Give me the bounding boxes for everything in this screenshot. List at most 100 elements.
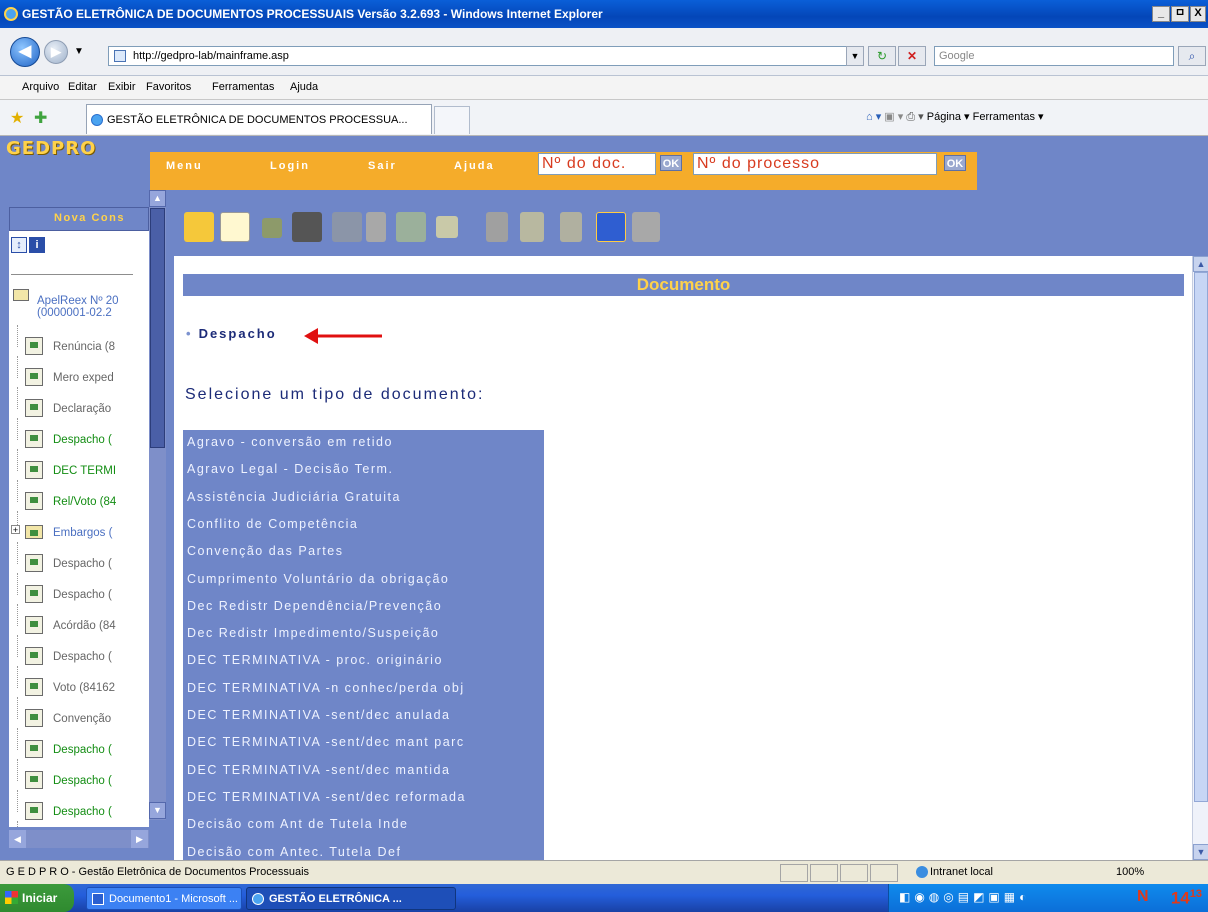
document-type-option[interactable]: Decisão com Antec. Tutela Def bbox=[187, 845, 401, 859]
sidebar-hscrollbar[interactable]: ◀ ▶ bbox=[9, 830, 149, 848]
refresh-tree-icon[interactable]: ↕ bbox=[11, 237, 27, 253]
document-type-option[interactable]: Assistência Judiciária Gratuita bbox=[187, 490, 401, 504]
task-gedpro[interactable]: GESTÃO ELETRÔNICA ... bbox=[246, 887, 456, 910]
document-type-option[interactable]: Cumprimento Voluntário da obrigação bbox=[187, 572, 449, 586]
scroll-left-icon[interactable]: ◀ bbox=[9, 830, 26, 848]
new-document-icon[interactable] bbox=[184, 212, 214, 242]
person-icon[interactable] bbox=[596, 212, 626, 242]
menu-ajuda[interactable]: Ajuda bbox=[290, 81, 318, 93]
tree-item[interactable]: Despacho ( bbox=[17, 573, 149, 607]
doc-number-input[interactable]: Nº do doc. bbox=[538, 153, 656, 175]
tree-item[interactable]: Despacho ( bbox=[17, 542, 149, 576]
command-bar[interactable]: ⌂ ▾ ▣ ▾ ⎙ ▾ Página ▾ Ferramentas ▾ bbox=[866, 110, 1044, 124]
menu-editar[interactable]: Editar bbox=[68, 81, 97, 93]
blank-page-icon[interactable] bbox=[220, 212, 250, 242]
new-tab-button[interactable] bbox=[434, 106, 470, 134]
n-tray-icon[interactable]: N bbox=[1137, 888, 1149, 906]
document-type-option[interactable]: DEC TERMINATIVA -sent/dec mantida bbox=[187, 763, 450, 777]
process-ok-button[interactable]: OK bbox=[944, 155, 966, 171]
tree-item[interactable]: Mero exped bbox=[17, 356, 149, 390]
document-type-option[interactable]: DEC TERMINATIVA -n conhec/perda obj bbox=[187, 681, 465, 695]
feeds-icon[interactable]: ▣ ▾ bbox=[884, 111, 906, 123]
zoom-level[interactable]: 100% bbox=[1116, 866, 1144, 878]
tree-item[interactable]: Embargos (+ bbox=[11, 511, 149, 545]
pen-icon[interactable] bbox=[366, 212, 386, 242]
page-icon[interactable] bbox=[436, 216, 458, 238]
scroll-down-icon[interactable]: ▼ bbox=[149, 802, 166, 819]
tray-icons[interactable]: ◧◉◍◎▤◩▣▦◐ bbox=[899, 890, 1030, 904]
document-type-option[interactable]: DEC TERMINATIVA - proc. originário bbox=[187, 653, 443, 667]
tree-root[interactable]: ApelReex Nº 20 (0000001-02.2 bbox=[11, 289, 149, 329]
document-type-option[interactable]: Decisão com Ant de Tutela Inde bbox=[187, 817, 409, 831]
document-type-option[interactable]: Conflito de Competência bbox=[187, 517, 358, 531]
document-type-option[interactable]: Convenção das Partes bbox=[187, 544, 343, 558]
nova-consulta-button[interactable]: Nova Cons bbox=[9, 207, 149, 231]
tree-icon[interactable] bbox=[520, 212, 544, 242]
menu-arquivo[interactable]: Arquivo bbox=[22, 81, 59, 93]
add-favorite-icon[interactable]: ✚ bbox=[34, 108, 47, 128]
home-icon[interactable]: ⌂ ▾ bbox=[866, 111, 884, 123]
search-input[interactable]: Google bbox=[934, 46, 1174, 66]
scroll-thumb[interactable] bbox=[1194, 272, 1208, 802]
scroll-thumb[interactable] bbox=[150, 208, 165, 448]
task-word[interactable]: Documento1 - Microsoft ... bbox=[86, 887, 242, 910]
menu-favoritos[interactable]: Favoritos bbox=[146, 81, 191, 93]
tree-item[interactable]: Declaração bbox=[17, 387, 149, 421]
history-dropdown-icon[interactable]: ▼ bbox=[74, 46, 84, 57]
tree-item[interactable]: Despacho ( bbox=[17, 418, 149, 452]
minimize-button[interactable]: _ bbox=[1152, 6, 1170, 22]
info-icon[interactable]: i bbox=[29, 237, 45, 253]
tree-item[interactable]: Despacho ( bbox=[17, 728, 149, 762]
scroll-down-icon[interactable]: ▼ bbox=[1193, 844, 1208, 860]
tree-item[interactable]: Renúncia (8 bbox=[17, 325, 149, 359]
flower-icon[interactable] bbox=[560, 212, 582, 242]
back-button[interactable]: ◀ bbox=[10, 37, 40, 67]
start-button[interactable]: Iniciar bbox=[0, 884, 74, 912]
tree-item[interactable]: Acórdão (84 bbox=[17, 604, 149, 638]
scroll-right-icon[interactable]: ▶ bbox=[131, 830, 148, 848]
tree-item[interactable]: Voto (84162 bbox=[17, 666, 149, 700]
sidebar-scrollbar[interactable]: ▲ ▼ bbox=[149, 190, 166, 820]
tree-item[interactable]: Despacho ( bbox=[17, 635, 149, 669]
document-type-option[interactable]: DEC TERMINATIVA -sent/dec mant parc bbox=[187, 735, 465, 749]
menu-ferramentas[interactable]: Ferramentas bbox=[212, 81, 274, 93]
search-icon[interactable]: ⌕ bbox=[1178, 46, 1206, 66]
tool-icon[interactable] bbox=[486, 212, 508, 242]
close-button[interactable]: X bbox=[1190, 6, 1206, 22]
maximize-button[interactable]: ㅁ bbox=[1171, 6, 1189, 22]
address-dropdown-button[interactable]: ▼ bbox=[846, 46, 864, 66]
main-scrollbar[interactable]: ▲ ▼ bbox=[1192, 256, 1208, 860]
page-tools-menu[interactable]: Página ▾ Ferramentas ▾ bbox=[927, 111, 1044, 123]
tree-item[interactable]: Despacho ( bbox=[17, 790, 149, 824]
nav-ajuda[interactable]: Ajuda bbox=[454, 160, 495, 172]
clock[interactable]: 1413 bbox=[1171, 888, 1202, 909]
hand-icon[interactable] bbox=[632, 212, 660, 242]
tree-item[interactable]: Despacho ( bbox=[17, 759, 149, 793]
sign-icon[interactable] bbox=[396, 212, 426, 242]
tab-gedpro[interactable]: GESTÃO ELETRÔNICA DE DOCUMENTOS PROCESSU… bbox=[86, 104, 432, 134]
search-doc-icon[interactable] bbox=[332, 212, 362, 242]
nav-menu[interactable]: Menu bbox=[166, 160, 203, 172]
doc-ok-button[interactable]: OK bbox=[660, 155, 682, 171]
print-icon[interactable]: ⎙ ▾ bbox=[906, 111, 926, 123]
forward-button[interactable]: ▶ bbox=[44, 40, 68, 64]
scroll-up-icon[interactable]: ▲ bbox=[149, 190, 166, 207]
document-type-option[interactable]: Dec Redistr Dependência/Prevenção bbox=[187, 599, 442, 613]
scroll-up-icon[interactable]: ▲ bbox=[1193, 256, 1208, 272]
binoculars-icon[interactable] bbox=[292, 212, 322, 242]
process-number-input[interactable]: Nº do processo bbox=[693, 153, 937, 175]
document-type-option[interactable]: Dec Redistr Impedimento/Suspeição bbox=[187, 626, 439, 640]
current-document-link[interactable]: • Despacho bbox=[186, 326, 277, 341]
stamp-icon[interactable] bbox=[262, 218, 282, 238]
tree-item[interactable]: DEC TERMI bbox=[17, 449, 149, 483]
stop-icon[interactable]: ✕ bbox=[898, 46, 926, 66]
nav-login[interactable]: Login bbox=[270, 160, 310, 172]
document-type-option[interactable]: DEC TERMINATIVA -sent/dec anulada bbox=[187, 708, 450, 722]
document-type-option[interactable]: DEC TERMINATIVA -sent/dec reformada bbox=[187, 790, 466, 804]
expand-icon[interactable]: + bbox=[11, 525, 20, 535]
document-type-option[interactable]: Agravo - conversão em retido bbox=[187, 435, 393, 449]
document-type-list[interactable]: Agravo - conversão em retido Agravo Legal… bbox=[183, 430, 544, 860]
nav-sair[interactable]: Sair bbox=[368, 160, 397, 172]
refresh-icon[interactable]: ↻ bbox=[868, 46, 896, 66]
address-field[interactable]: http://gedpro-lab/mainframe.asp bbox=[108, 46, 864, 66]
